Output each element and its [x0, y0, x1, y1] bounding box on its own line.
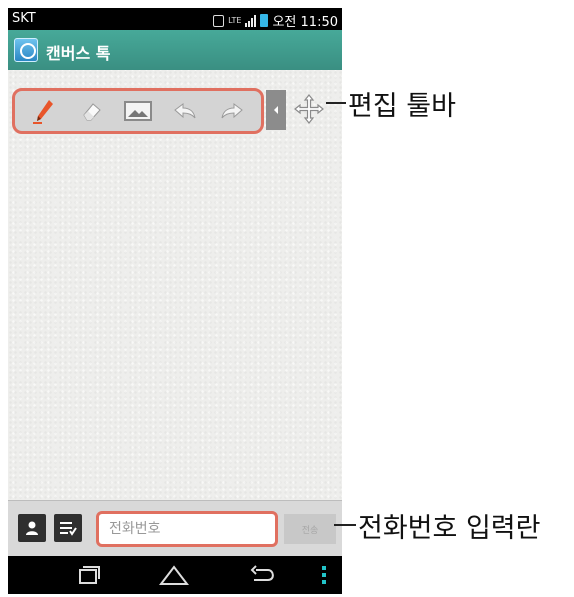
- toolbar-move-handle[interactable]: [294, 94, 324, 124]
- app-title-bar: 캔버스 톡: [8, 30, 342, 70]
- image-icon: [123, 101, 152, 121]
- home-button[interactable]: [154, 564, 194, 586]
- recent-apps-icon: [79, 566, 100, 584]
- edit-toolbar: [12, 88, 264, 134]
- pen-tool-button[interactable]: [26, 94, 62, 128]
- home-icon: [159, 565, 189, 585]
- menu-icon: [322, 566, 326, 584]
- toolbar-callout-label: 편집 툴바: [348, 91, 456, 122]
- status-icons: LTE 오전 11:50: [213, 11, 338, 30]
- signal-icon: [245, 14, 257, 27]
- undo-icon: [173, 103, 196, 119]
- phone-screen: SKT LTE 오전 11:50 캔버스 톡 전화번호 전송: [8, 8, 342, 594]
- recent-apps-button[interactable]: [68, 564, 108, 586]
- status-bar: SKT LTE 오전 11:50: [8, 8, 342, 30]
- image-tool-button[interactable]: [120, 94, 156, 128]
- contacts-button[interactable]: [18, 514, 46, 542]
- system-nav-bar: [8, 556, 342, 594]
- undo-button[interactable]: [167, 94, 203, 128]
- contact-list-button[interactable]: [54, 514, 82, 542]
- list-icon: [60, 522, 77, 536]
- app-title: 캔버스 톡: [46, 44, 111, 63]
- screen-mirror-icon: [213, 14, 225, 27]
- phone-number-input[interactable]: [96, 511, 278, 547]
- back-button[interactable]: [244, 564, 284, 586]
- eraser-tool-button[interactable]: [73, 94, 109, 128]
- chevron-left-icon: [274, 106, 278, 114]
- canvas-talk-app-icon: [14, 38, 38, 62]
- carrier-label: SKT: [12, 11, 36, 26]
- back-icon: [250, 565, 274, 581]
- input-callout-line: [334, 524, 356, 526]
- toolbar-collapse-button[interactable]: [266, 90, 286, 130]
- clock: 오전 11:50: [272, 15, 338, 30]
- lte-indicator: LTE: [228, 15, 242, 25]
- move-icon: [294, 94, 324, 124]
- redo-button[interactable]: [214, 94, 250, 128]
- pen-icon: [33, 100, 54, 124]
- drawing-canvas[interactable]: [8, 70, 342, 500]
- input-bar: 전송: [8, 500, 342, 556]
- redo-icon: [221, 103, 243, 119]
- send-button[interactable]: 전송: [284, 514, 336, 544]
- send-button-label: 전송: [301, 525, 319, 536]
- toolbar-callout-line: [326, 102, 346, 104]
- menu-button[interactable]: [306, 564, 342, 586]
- input-callout-label: 전화번호 입력란: [358, 513, 541, 544]
- battery-icon: [260, 14, 269, 27]
- eraser-icon: [83, 103, 101, 121]
- contacts-icon: [26, 521, 38, 535]
